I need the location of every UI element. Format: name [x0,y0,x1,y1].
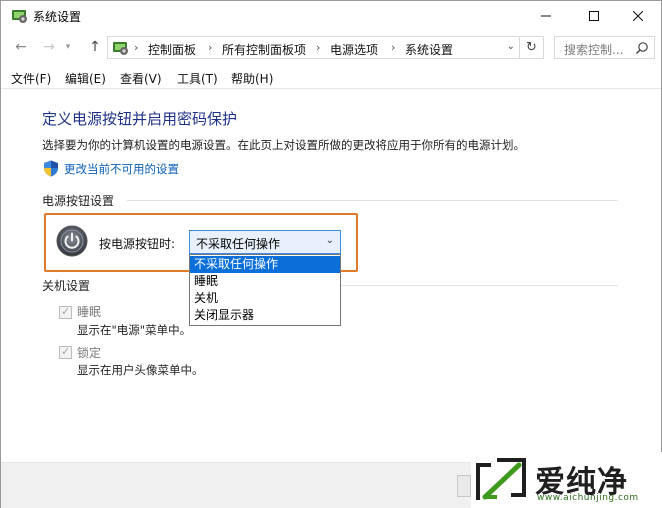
power-button-icon [56,225,88,257]
power-button-section-title: 电源按钮设置 [42,194,115,208]
control-panel-app-icon [12,10,27,23]
menu-help[interactable]: 帮助(H) [231,70,273,87]
address-bar[interactable]: › 控制面板 › 所有控制面板项 › 电源选项 › 系统设置 ⌄ [107,36,520,59]
menu-tools[interactable]: 工具(T) [177,70,218,87]
watermark-logo-icon [476,458,526,500]
title-bar: 系统设置 [1,1,661,31]
breadcrumb-separator: › [134,41,139,54]
minimize-icon [541,15,551,17]
section-divider [341,285,618,286]
close-icon [633,11,643,21]
refresh-button[interactable]: ↻ [520,36,544,59]
sleep-checkbox-label: 睡眠 [77,305,102,319]
breadcrumb-system-settings[interactable]: 系统设置 [405,41,453,58]
breadcrumb-power-options[interactable]: 电源选项 [330,41,378,58]
lock-checkbox[interactable]: ✓ [59,345,72,359]
lock-description: 显示在用户头像菜单中。 [77,363,204,377]
recent-locations-chevron-icon[interactable]: ▾ [61,37,75,57]
search-placeholder: 搜索控制... [564,43,624,57]
page-description: 选择要为你的计算机设置的电源设置。在此页上对设置所做的更改将应用于你所有的电源计… [42,138,525,152]
save-changes-button[interactable] [457,475,471,497]
breadcrumb-control-panel[interactable]: 控制面板 [148,41,196,58]
chevron-down-icon: ⌄ [325,235,334,246]
watermark-url: www.aichunjing.com [537,493,639,503]
power-action-dropdown-list: 不采取任何操作 睡眠 关机 关闭显示器 [189,254,341,326]
navigation-bar: ← → ▾ ↑ › 控制面板 › 所有控制面板项 › 电源选项 › 系统设置 ⌄… [1,33,661,61]
search-icon [636,42,648,54]
control-panel-icon [113,42,128,55]
close-button[interactable] [615,1,661,31]
menu-edit[interactable]: 编辑(E) [65,70,106,87]
option-shutdown[interactable]: 关机 [190,290,340,307]
menu-bar: 文件(F) 编辑(E) 查看(V) 工具(T) 帮助(H) [1,65,661,89]
shutdown-section-title: 关机设置 [42,279,91,293]
window-title: 系统设置 [33,10,82,24]
maximize-icon [589,11,599,21]
menu-file[interactable]: 文件(F) [11,70,51,87]
power-button-label: 按电源按钮时: [99,237,176,251]
address-history-chevron-icon[interactable]: ⌄ [507,41,515,52]
sleep-description: 显示在"电源"菜单中。 [77,323,192,337]
uac-shield-icon [44,160,58,177]
breadcrumb-all-items[interactable]: 所有控制面板项 [222,41,306,58]
up-button[interactable]: ↑ [85,37,105,57]
option-do-nothing[interactable]: 不采取任何操作 [190,256,340,273]
lock-checkbox-label: 锁定 [77,346,102,360]
change-unavailable-settings-link[interactable]: 更改当前不可用的设置 [64,161,179,177]
minimize-button[interactable] [523,1,569,31]
option-turn-off-display[interactable]: 关闭显示器 [190,307,340,324]
checkmark-icon: ✓ [61,305,71,318]
breadcrumb-separator[interactable]: › [208,41,212,54]
option-sleep[interactable]: 睡眠 [190,273,340,290]
menu-view[interactable]: 查看(V) [120,70,162,87]
select-value: 不采取任何操作 [196,237,281,251]
sleep-checkbox[interactable]: ✓ [59,305,72,319]
power-button-action-select[interactable]: 不采取任何操作 ⌄ [189,230,341,254]
breadcrumb-separator[interactable]: › [316,41,320,54]
forward-button[interactable]: → [39,37,59,57]
page-title: 定义电源按钮并启用密码保护 [42,110,238,128]
section-divider [127,200,618,201]
back-button[interactable]: ← [11,37,31,57]
control-panel-window: 系统设置 ← → ▾ ↑ › 控制面板 › 所有控制面板项 › 电源选项 › 系… [0,0,662,508]
checkmark-icon: ✓ [61,345,71,358]
search-box[interactable]: 搜索控制... [554,36,655,59]
maximize-button[interactable] [571,1,617,31]
breadcrumb-separator[interactable]: › [391,41,395,54]
